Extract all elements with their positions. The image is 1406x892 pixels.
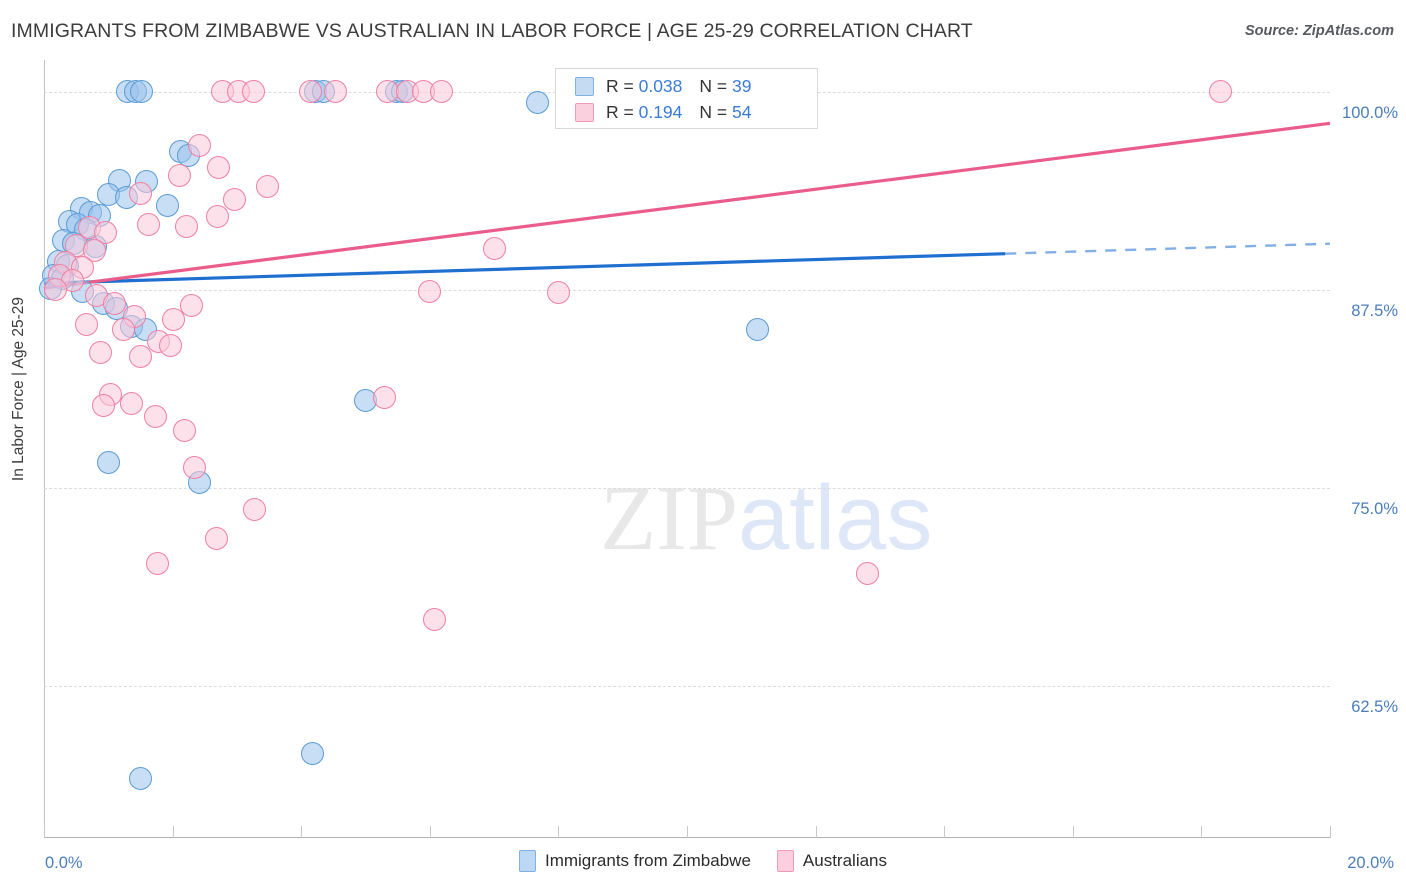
y-axis-tick-label: 62.5% xyxy=(1351,697,1398,716)
legend-blue-r-value: 0.038 xyxy=(638,75,683,96)
y-axis-title: In Labor Force | Age 25-29 xyxy=(10,296,27,482)
legend-blue-n-value: 39 xyxy=(731,75,752,96)
legend-swatch-blue-icon xyxy=(575,76,594,96)
x-axis-tick xyxy=(1201,826,1203,838)
data-point[interactable] xyxy=(188,134,212,158)
legend-color-pink-icon xyxy=(776,850,794,872)
y-axis-tick-label: 87.5% xyxy=(1351,301,1398,320)
data-point[interactable] xyxy=(182,455,206,479)
data-point[interactable] xyxy=(119,392,143,416)
legend-label-immigrants-zimbabwe: Immigrants from Zimbabwe xyxy=(544,851,751,870)
data-point[interactable] xyxy=(158,333,182,357)
legend-pink-r-label: R = xyxy=(606,101,639,122)
legend-label-australians: Australians xyxy=(802,851,888,870)
data-point[interactable] xyxy=(128,344,152,368)
x-axis-tick xyxy=(558,826,560,838)
x-axis-tick xyxy=(1072,826,1074,838)
legend-pink-r-value: 0.194 xyxy=(638,101,683,122)
data-point[interactable] xyxy=(91,393,115,417)
data-point[interactable] xyxy=(429,80,453,104)
data-point[interactable] xyxy=(298,80,322,104)
data-point[interactable] xyxy=(418,279,442,303)
data-point[interactable] xyxy=(373,385,397,409)
data-point[interactable] xyxy=(855,561,879,585)
chart-page: IMMIGRANTS FROM ZIMBABWE VS AUSTRALIAN I… xyxy=(0,0,1406,892)
data-point[interactable] xyxy=(128,181,152,205)
data-point[interactable] xyxy=(172,419,196,443)
legend-row-blue: R = 0.038 N = 39 xyxy=(575,73,751,99)
x-axis-tick xyxy=(429,826,431,838)
x-axis-tick xyxy=(687,826,688,838)
data-point[interactable] xyxy=(74,312,98,336)
data-point[interactable] xyxy=(167,164,191,188)
data-point[interactable] xyxy=(375,80,399,104)
legend-pink-r: R = 0.194 xyxy=(606,102,682,123)
data-point[interactable] xyxy=(423,607,447,631)
data-point[interactable] xyxy=(112,317,136,341)
page-title: IMMIGRANTS FROM ZIMBABWE VS AUSTRALIAN I… xyxy=(11,20,973,42)
plot-area: ZIPatlas xyxy=(38,60,1331,836)
data-point[interactable] xyxy=(136,213,160,237)
legend-blue-n-label: N = xyxy=(699,75,732,96)
y-axis-tick-label: 75.0% xyxy=(1351,499,1398,518)
legend-row-pink: R = 0.194 N = 54 xyxy=(575,99,751,125)
legend-pink-n-value: 54 xyxy=(731,101,752,122)
data-point[interactable] xyxy=(746,317,770,341)
x-axis-tick xyxy=(172,826,174,838)
x-axis-tick xyxy=(815,826,817,838)
correlation-legend: R = 0.038 N = 39 R = 0.194 N = 54 xyxy=(555,68,818,129)
data-point[interactable] xyxy=(222,187,246,211)
legend-pink-n-label: N = xyxy=(699,101,732,122)
x-axis-tick xyxy=(1330,826,1331,838)
source-attribution: Source: ZipAtlas.com xyxy=(1244,23,1394,39)
legend-item-australians[interactable]: Australians xyxy=(776,850,888,872)
legend-blue-n: N = 39 xyxy=(699,76,751,97)
x-axis-tick xyxy=(301,826,303,838)
data-point[interactable] xyxy=(96,450,120,474)
data-point[interactable] xyxy=(204,526,228,550)
trendlines-group xyxy=(43,121,1331,290)
legend-blue-r: R = 0.038 xyxy=(606,76,682,97)
legend-item-immigrants-zimbabwe[interactable]: Immigrants from Zimbabwe xyxy=(518,850,751,872)
x-axis-tick xyxy=(44,826,45,838)
x-axis-tick xyxy=(944,826,946,838)
legend-blue-r-label: R = xyxy=(606,75,639,96)
legend-swatch-pink-icon xyxy=(575,102,594,122)
data-point[interactable] xyxy=(145,552,169,576)
data-point[interactable] xyxy=(175,214,199,238)
y-axis-tick-label: 100.0% xyxy=(1342,103,1398,122)
legend-pink-n: N = 54 xyxy=(699,102,751,123)
data-point[interactable] xyxy=(155,194,179,218)
legend-color-blue-icon xyxy=(518,850,536,872)
series-legend: Immigrants from Zimbabwe Australians xyxy=(0,850,1406,872)
blue-trendline xyxy=(1005,242,1331,255)
data-point[interactable] xyxy=(482,236,506,260)
